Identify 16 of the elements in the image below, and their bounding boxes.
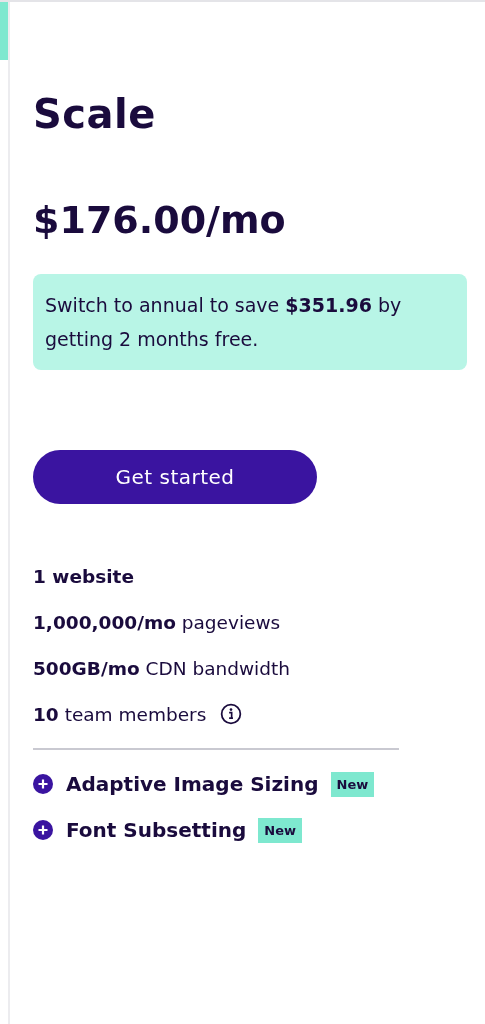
feature-text: 500GB/mo CDN bandwidth	[33, 657, 290, 679]
plus-circle-icon[interactable]	[33, 774, 53, 794]
feature-text: 10 team members	[33, 703, 207, 725]
savings-note: Switch to annual to save $351.96 by getting 2 months free.	[33, 274, 467, 370]
plan-price: $176.00/mo	[33, 197, 287, 244]
info-icon[interactable]	[220, 703, 243, 725]
feature-text: 1,000,000/mo pageviews	[33, 611, 281, 633]
addon-name: Font Subsetting	[66, 818, 247, 842]
addon-name: Adaptive Image Sizing	[66, 772, 319, 796]
plus-circle-icon[interactable]	[33, 820, 53, 840]
accent-bar	[0, 2, 8, 60]
get-started-button[interactable]: Get started	[33, 450, 317, 504]
plan-name: Scale	[33, 90, 157, 139]
new-badge: New	[330, 771, 375, 797]
new-badge: New	[258, 817, 303, 843]
feature-text: 1 website	[33, 565, 134, 587]
